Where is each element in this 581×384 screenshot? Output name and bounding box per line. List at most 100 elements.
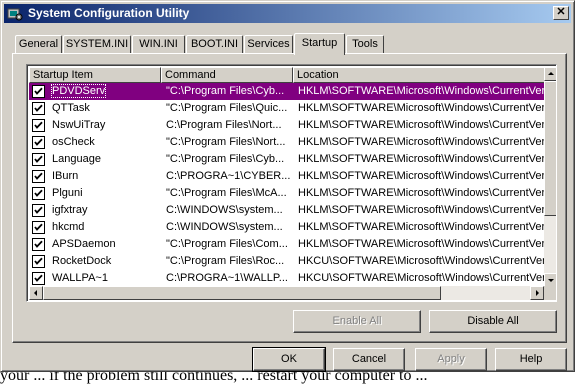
checkmark-icon: [34, 172, 43, 180]
checkmark-icon: [34, 257, 43, 265]
checkbox[interactable]: [32, 119, 45, 132]
tab-label: BOOT.INI: [190, 38, 239, 50]
disable-all-button[interactable]: Disable All: [429, 310, 557, 333]
scroll-up-button[interactable]: [544, 67, 556, 81]
checkmark-icon: [34, 240, 43, 248]
scroll-left-button[interactable]: [29, 286, 43, 300]
horizontal-scroll-thumb[interactable]: [43, 286, 441, 300]
cell-command: "C:\Program Files\Nort...: [166, 136, 286, 148]
cell-location: HKLM\SOFTWARE\Microsoft\Windows\CurrentV…: [298, 102, 546, 114]
tab-label: Services: [247, 38, 290, 50]
list-header: Startup Item Command Location: [29, 67, 546, 83]
cell-startup-item: RocketDock: [52, 255, 112, 267]
checkmark-icon: [34, 189, 43, 197]
cell-startup-item: IBurn: [52, 170, 79, 182]
list-row[interactable]: Language "C:\Program Files\Cyb... HKLM\S…: [29, 151, 546, 168]
vertical-scrollbar[interactable]: [544, 67, 556, 287]
checkbox[interactable]: [32, 153, 45, 166]
list-row[interactable]: APSDaemon "C:\Program Files\Com... HKLM\…: [29, 236, 546, 253]
checkbox[interactable]: [32, 136, 45, 149]
help-button[interactable]: Help: [495, 348, 567, 371]
cancel-button[interactable]: Cancel: [333, 348, 405, 371]
list-row[interactable]: PDVDServ "C:\Program Files\Cyb... HKLM\S…: [29, 83, 546, 100]
close-icon: ✕: [556, 6, 566, 18]
list-row[interactable]: RocketDock "C:\Program Files\Roc... HKCU…: [29, 253, 546, 270]
enable-all-button[interactable]: Enable All: [293, 310, 421, 333]
checkmark-icon: [34, 155, 43, 163]
cell-command: "C:\Program Files\Com...: [166, 238, 288, 250]
cell-startup-item: NswUiTray: [52, 119, 106, 131]
cell-location: HKLM\SOFTWARE\Microsoft\Windows\CurrentV…: [298, 136, 546, 148]
vertical-scroll-thumb[interactable]: [544, 81, 556, 216]
horizontal-scrollbar[interactable]: [29, 286, 544, 300]
scroll-right-button[interactable]: [530, 286, 544, 300]
checkbox[interactable]: [32, 170, 45, 183]
cell-startup-item: APSDaemon: [52, 238, 116, 250]
list-row[interactable]: osCheck "C:\Program Files\Nort... HKLM\S…: [29, 134, 546, 151]
cell-startup-item: WALLPA~1: [52, 272, 108, 284]
apply-button[interactable]: Apply: [415, 348, 487, 371]
column-label: Location: [297, 69, 339, 81]
tab-startup[interactable]: Startup: [294, 33, 345, 55]
button-label: Cancel: [351, 353, 387, 365]
msconfig-window: System Configuration Utility ✕ General S…: [0, 0, 575, 372]
list-row[interactable]: Plguni "C:\Program Files\McA... HKLM\SOF…: [29, 185, 546, 202]
tab-win-ini[interactable]: WIN.INI: [132, 35, 185, 54]
column-label: Command: [165, 69, 216, 81]
cell-command: C:\WINDOWS\system...: [166, 221, 283, 233]
arrow-left-icon: [34, 290, 37, 296]
checkbox[interactable]: [32, 204, 45, 217]
checkbox[interactable]: [32, 255, 45, 268]
scroll-down-button[interactable]: [544, 273, 556, 287]
cell-command: "C:\Program Files\Cyb...: [166, 85, 285, 97]
checkbox[interactable]: [32, 85, 45, 98]
cell-command: C:\WINDOWS\system...: [166, 204, 283, 216]
cell-startup-item: hkcmd: [52, 221, 85, 233]
column-header-command[interactable]: Command: [161, 67, 293, 83]
tab-boot-ini[interactable]: BOOT.INI: [186, 35, 243, 54]
checkbox[interactable]: [32, 238, 45, 251]
button-label: Apply: [437, 353, 465, 365]
checkbox[interactable]: [32, 102, 45, 115]
checkbox[interactable]: [32, 221, 45, 234]
tab-label: Startup: [301, 37, 338, 49]
checkbox[interactable]: [32, 272, 45, 285]
cell-command: "C:\Program Files\Quic...: [166, 102, 288, 114]
tab-services[interactable]: Services: [244, 35, 293, 54]
tab-tools[interactable]: Tools: [346, 35, 384, 54]
cell-startup-item: osCheck: [52, 136, 95, 148]
tab-label: General: [18, 38, 59, 50]
checkmark-icon: [34, 121, 43, 129]
cell-startup-item: Plguni: [52, 187, 83, 199]
checkmark-icon: [34, 138, 43, 146]
tab-system-ini[interactable]: SYSTEM.INI: [63, 35, 131, 54]
startup-list[interactable]: Startup Item Command Location PDVDServ "…: [26, 64, 557, 302]
list-row[interactable]: hkcmd C:\WINDOWS\system... HKLM\SOFTWARE…: [29, 219, 546, 236]
cell-startup-item: igfxtray: [52, 204, 88, 216]
list-row[interactable]: IBurn C:\PROGRA~1\CYBER... HKLM\SOFTWARE…: [29, 168, 546, 185]
tab-label: Tools: [352, 38, 378, 50]
column-header-startup-item[interactable]: Startup Item: [29, 67, 161, 83]
button-label: Enable All: [332, 315, 382, 327]
arrow-up-icon: [548, 72, 554, 75]
checkbox[interactable]: [32, 187, 45, 200]
cell-command: "C:\Program Files\McA...: [166, 187, 287, 199]
ok-button[interactable]: OK: [252, 347, 326, 372]
cell-startup-item: PDVDServ: [50, 84, 107, 98]
cell-command: "C:\Program Files\Roc...: [166, 255, 285, 267]
cell-command: C:\PROGRA~1\CYBER...: [166, 170, 291, 182]
window-title: System Configuration Utility: [28, 6, 190, 20]
tab-general[interactable]: General: [15, 35, 62, 54]
close-button[interactable]: ✕: [553, 6, 569, 20]
list-row[interactable]: QTTask "C:\Program Files\Quic... HKLM\SO…: [29, 100, 546, 117]
list-row[interactable]: NswUiTray C:\Program Files\Nort... HKLM\…: [29, 117, 546, 134]
column-header-location[interactable]: Location: [293, 67, 546, 83]
arrow-right-icon: [536, 290, 539, 296]
list-row[interactable]: WALLPA~1 C:\PROGRA~1\WALLP... HKCU\SOFTW…: [29, 270, 546, 287]
title-bar[interactable]: System Configuration Utility ✕: [4, 4, 571, 23]
list-row[interactable]: igfxtray C:\WINDOWS\system... HKLM\SOFTW…: [29, 202, 546, 219]
checkmark-icon: [34, 104, 43, 112]
cell-location: HKCU\SOFTWARE\Microsoft\Windows\CurrentV…: [298, 272, 546, 284]
background-strip: [575, 0, 581, 368]
cell-startup-item: Language: [52, 153, 101, 165]
